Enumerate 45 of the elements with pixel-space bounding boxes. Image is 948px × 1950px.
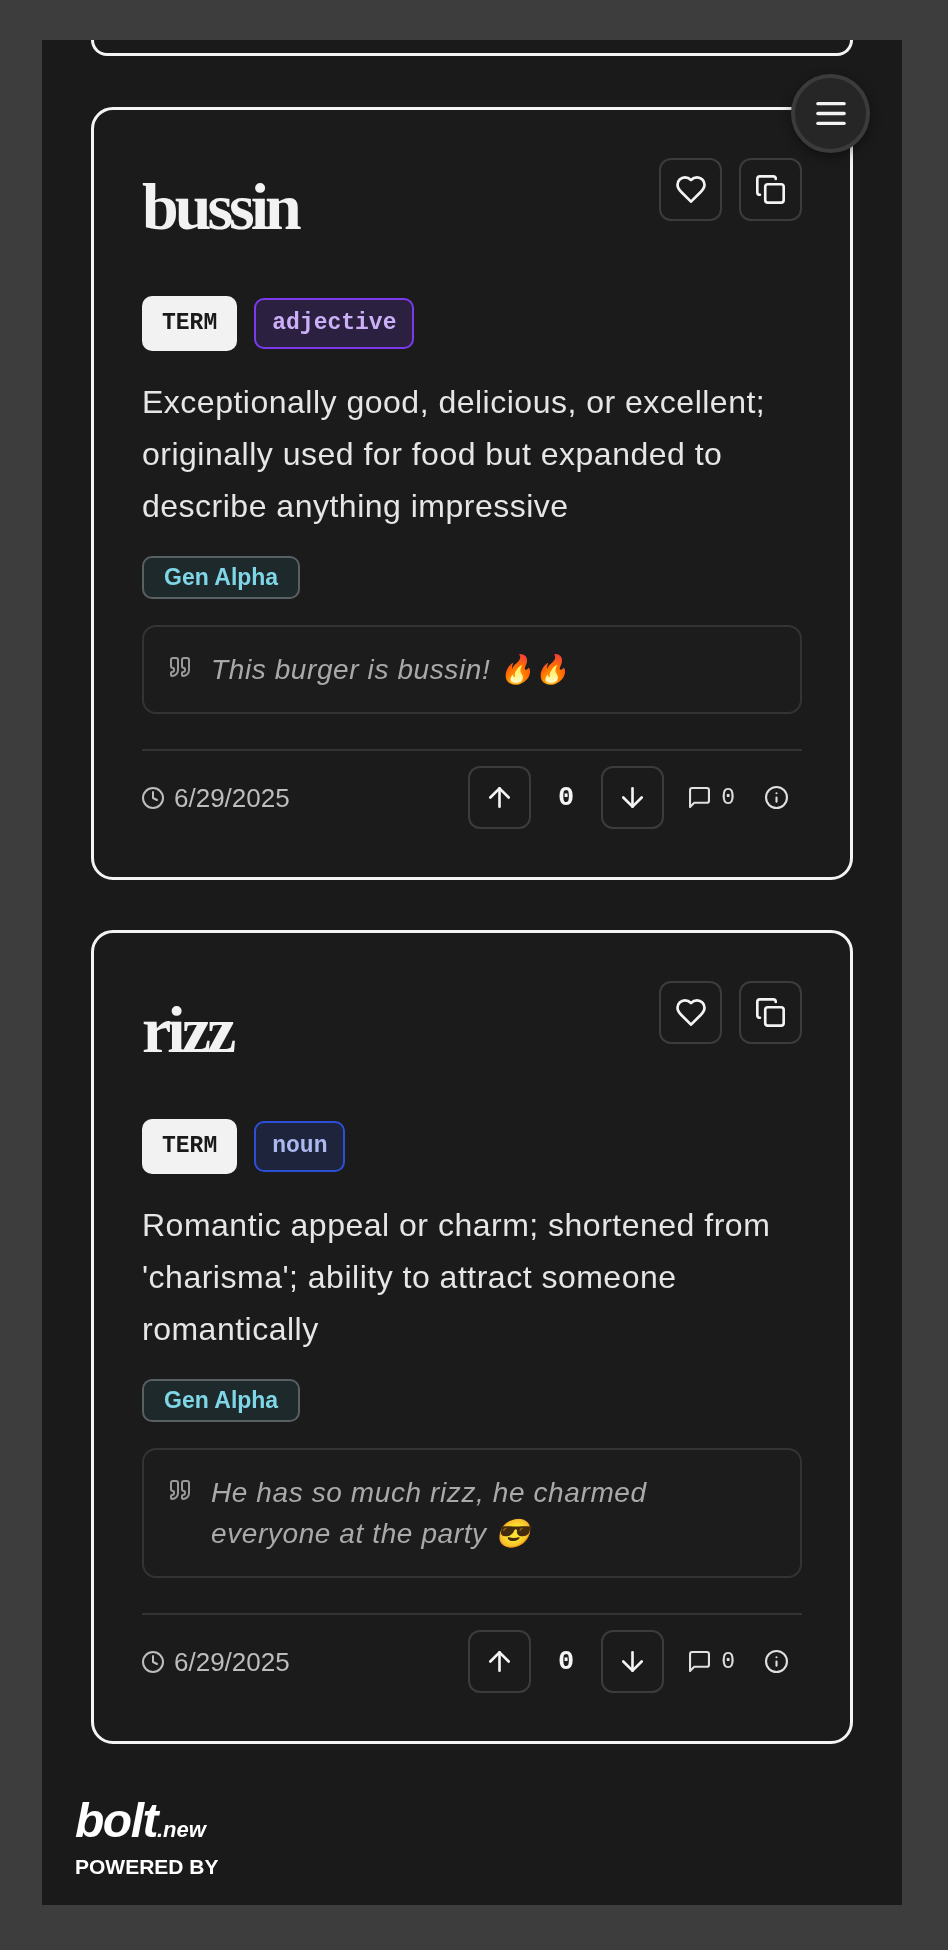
upvote-button[interactable] [468, 766, 531, 829]
vote-count: 0 [558, 782, 575, 813]
powered-by-text: POWERED BY [75, 1855, 219, 1879]
example-text: He has so much rizz, he charmed everyone at the party 😎 [211, 1476, 648, 1551]
clock-icon [142, 1650, 164, 1673]
date-text: 6/29/2025 [174, 782, 290, 813]
term-tag: TERM [142, 296, 238, 351]
comments-button[interactable]: 0 [689, 784, 735, 811]
comments-button[interactable]: 0 [689, 1648, 735, 1675]
term-title: rizz [142, 993, 233, 1067]
favorite-button[interactable] [659, 981, 722, 1044]
definition-text: Romantic appeal or charm; shortened from 'charisma'; ability to attract someone romantically [142, 1206, 772, 1349]
definition-text: Exceptionally good, delicious, or excellent; originally used for food but expanded to describe anything impressive [142, 383, 767, 526]
heart-icon [675, 176, 706, 203]
bolt-logo[interactable]: bolt.new [75, 1796, 206, 1855]
term-title: bussin [142, 170, 298, 244]
upvote-button[interactable] [468, 1630, 531, 1693]
copy-button[interactable] [739, 981, 802, 1044]
term-tag: TERM [142, 1119, 238, 1174]
generation-tag: Gen Alpha [142, 556, 301, 599]
info-icon [765, 1650, 788, 1673]
arrow-down-icon [622, 1651, 644, 1672]
speech-bubble-icon [689, 787, 711, 808]
downvote-button[interactable] [601, 766, 665, 829]
clock-icon [142, 786, 164, 809]
speech-bubble-icon [689, 1651, 711, 1672]
heart-icon [675, 999, 706, 1026]
arrow-up-icon [489, 787, 510, 808]
copy-icon [756, 998, 785, 1027]
downvote-button[interactable] [601, 1630, 665, 1693]
generation-tag: Gen Alpha [142, 1379, 301, 1422]
favorite-button[interactable] [659, 158, 722, 221]
menu-icon [815, 102, 846, 125]
arrow-up-icon [489, 1651, 510, 1672]
quote-icon [170, 657, 191, 677]
part-of-speech-tag: adjective [254, 298, 415, 349]
copy-icon [756, 175, 785, 204]
quote-icon [170, 1480, 191, 1500]
part-of-speech-tag: noun [254, 1121, 346, 1172]
date-text: 6/29/2025 [174, 1646, 290, 1677]
copy-button[interactable] [739, 158, 802, 221]
vote-count: 0 [558, 1646, 575, 1677]
example-text: This burger is bussin! 🔥🔥 [211, 653, 570, 687]
info-icon [765, 786, 788, 809]
arrow-down-icon [622, 787, 644, 808]
